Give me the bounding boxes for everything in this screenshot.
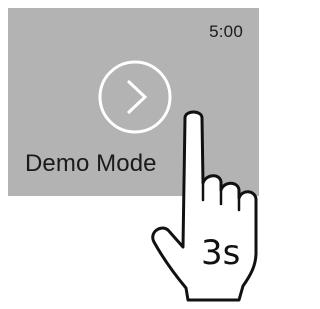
mode-label: Demo Mode: [25, 150, 157, 177]
pointing-hand-icon: 3s: [151, 110, 258, 302]
timer-display: 5:00: [209, 22, 243, 41]
hold-duration-label: 3s: [201, 233, 240, 273]
